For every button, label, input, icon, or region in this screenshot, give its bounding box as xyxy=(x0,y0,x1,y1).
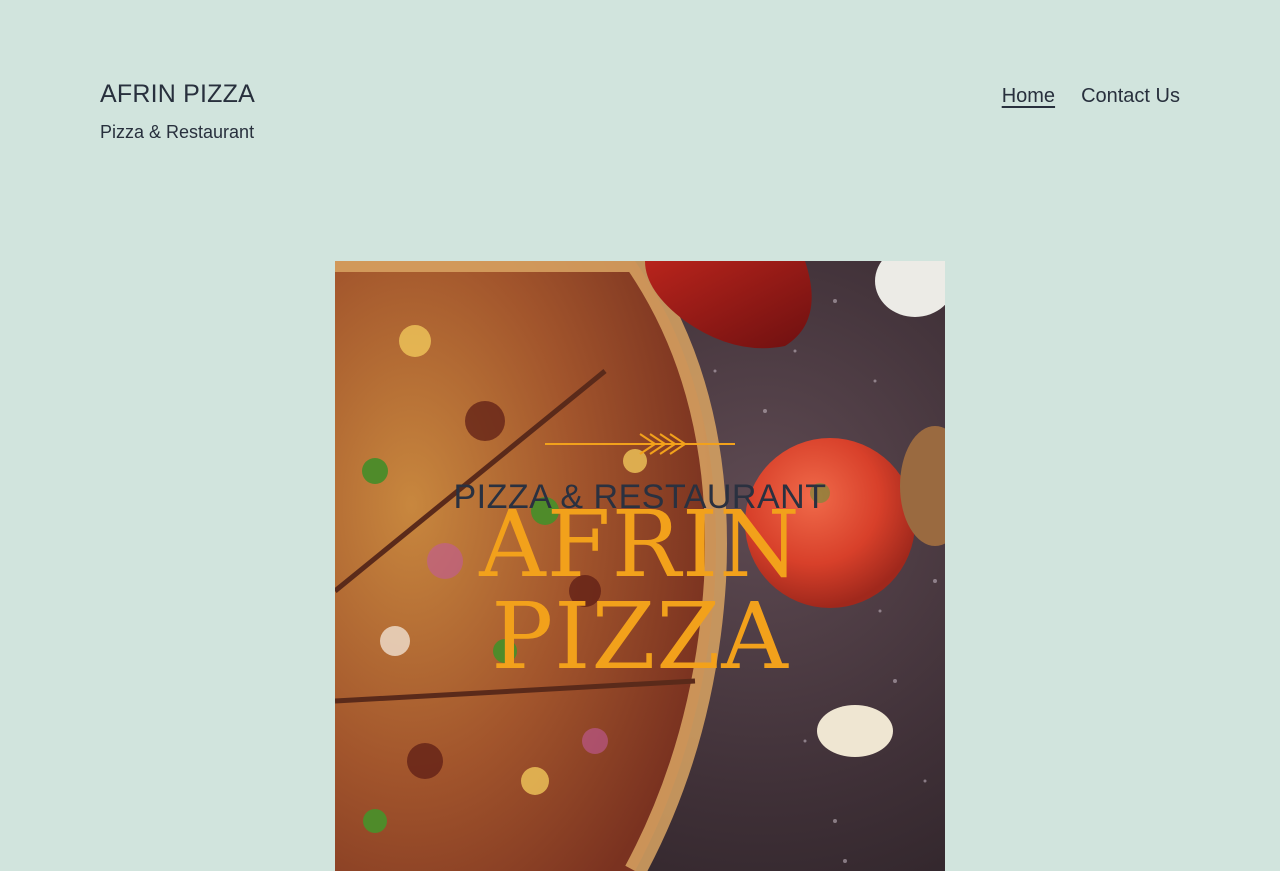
site-header: AFRIN PIZZA Pizza & Restaurant Home Cont… xyxy=(100,76,1180,156)
hero-title-line2: PIZZA xyxy=(491,583,789,690)
nav-item-contact-us[interactable]: Contact Us xyxy=(1081,82,1180,110)
nav-item-home[interactable]: Home xyxy=(1002,82,1055,110)
site-title-link[interactable]: AFRIN PIZZA xyxy=(100,76,255,112)
site-branding: AFRIN PIZZA Pizza & Restaurant xyxy=(100,76,255,143)
hero-title-line1: AFRIN xyxy=(479,491,801,598)
site-tagline: Pizza & Restaurant xyxy=(100,122,255,142)
primary-navigation: Home Contact Us xyxy=(1002,82,1180,110)
hero-image: PIZZA & RESTAURANT AFRIN PIZZA xyxy=(335,261,945,871)
